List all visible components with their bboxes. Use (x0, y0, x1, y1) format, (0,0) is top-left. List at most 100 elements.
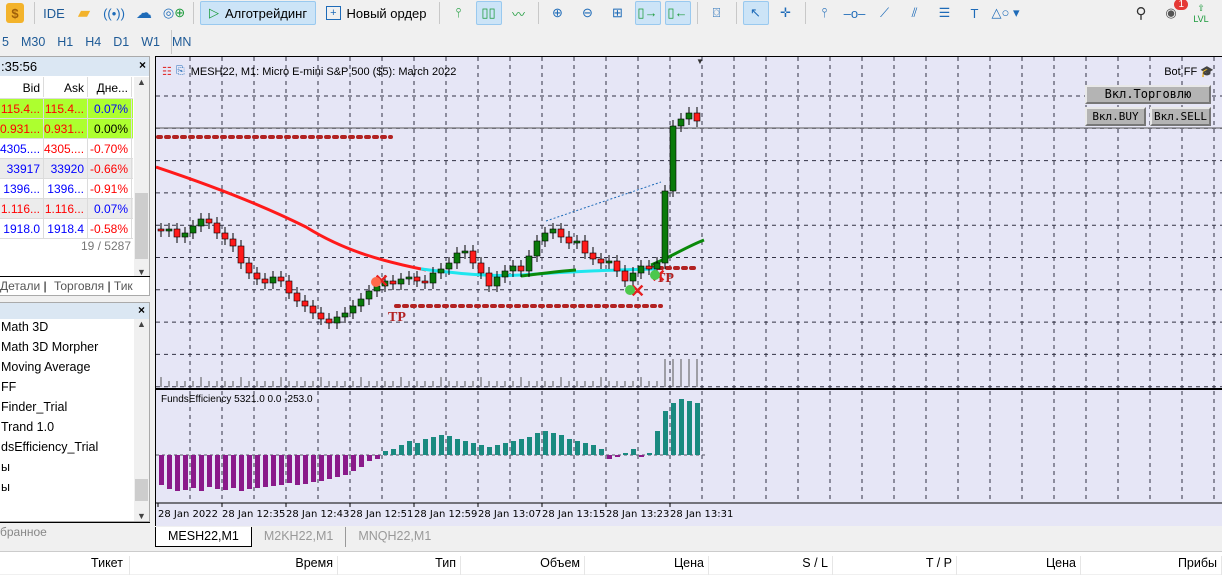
histogram-bar-positive (591, 445, 596, 455)
column-header[interactable]: Объем (461, 556, 585, 575)
chart-shift-icon[interactable]: ▯→ (634, 1, 661, 25)
navigator-item[interactable]: Math 3D (1, 320, 48, 334)
enable-buy-button[interactable]: Вкл.BUY (1085, 107, 1146, 126)
navigator-scrollbar[interactable]: ▲ ▼ (134, 319, 149, 521)
zoom-out-icon[interactable]: ⊖ (575, 1, 601, 25)
vps-add-icon[interactable]: ◎ ⊕ (161, 1, 187, 25)
navigator-item[interactable]: FF (1, 380, 16, 394)
candlestick-icon[interactable]: ▯▯ (475, 1, 502, 25)
histogram-bar-negative (159, 455, 164, 485)
vertical-line-icon[interactable]: ⫯ (812, 1, 838, 25)
market-watch-scrollbar[interactable]: ▲ ▼ (134, 77, 149, 277)
histogram-bar-negative (223, 455, 228, 490)
column-header[interactable]: Тип (338, 556, 461, 575)
search-icon[interactable]: ⚲ (1128, 1, 1154, 25)
bot-label: Bot FF 🎓 (1164, 66, 1214, 78)
enable-trading-button[interactable]: Вкл.Торговлю (1085, 85, 1211, 104)
timeframe-5[interactable]: 5 (2, 35, 9, 49)
navigator-item[interactable]: ы (1, 460, 10, 474)
market-watch-row[interactable]: 0.931... 0.931... 0.00% (0, 119, 133, 139)
zoom-in-icon[interactable]: ⊕ (545, 1, 571, 25)
tab-favorites[interactable]: бранное (0, 522, 150, 542)
fibonacci-icon[interactable]: ☰ (932, 1, 958, 25)
timeframe-h1[interactable]: H1 (57, 35, 73, 49)
chart-window[interactable]: TP TP ✕ ✕ ✕ 28 Jan 202228 Jan 12:3528 Ja… (155, 56, 1222, 526)
channel-icon[interactable]: ⫽ (902, 1, 928, 25)
bull-candle (189, 225, 197, 234)
cursor-icon[interactable]: ↖ (742, 1, 769, 25)
column-header[interactable]: Цена (957, 556, 1081, 575)
chart-shift-marker-icon[interactable]: ▼ (696, 57, 704, 66)
enable-sell-button[interactable]: Вкл.SELL (1150, 107, 1211, 126)
market-bag-icon[interactable]: ▰ (71, 1, 97, 25)
tab-trading[interactable]: Торговля (54, 279, 104, 293)
scroll-up-icon[interactable]: ▲ (134, 77, 149, 87)
close-icon[interactable]: × (138, 303, 145, 317)
timeframe-m30[interactable]: M30 (21, 35, 45, 49)
navigator-item[interactable]: Math 3D Morpher (1, 340, 98, 354)
column-header[interactable]: Тикет (85, 556, 130, 575)
template-icon[interactable]: ⎘ (176, 65, 185, 78)
timeframe-w1[interactable]: W1 (141, 35, 160, 49)
histogram-bar-positive (479, 445, 484, 455)
navigator-item[interactable]: dsEfficiency_Trial (1, 440, 98, 454)
tab-mnqh22[interactable]: MNQH22,M1 (346, 527, 443, 547)
scroll-up-icon[interactable]: ▲ (134, 319, 149, 329)
column-header[interactable]: T / P (833, 556, 957, 575)
text-icon[interactable]: T (962, 1, 988, 25)
list-icon[interactable]: ☷ (162, 65, 172, 78)
tab-mesh22[interactable]: MESH22,M1 (155, 527, 252, 547)
dollar-icon[interactable]: $ (2, 1, 28, 25)
market-watch-row[interactable]: 115.4... 115.4... 0.07% (0, 99, 133, 119)
column-header[interactable]: Цена (585, 556, 709, 575)
close-icon[interactable]: × (139, 58, 146, 72)
trade-table-header: Тикет Время Тип Объем Цена S / LT / P Цена Приб… (0, 551, 1222, 575)
column-ask[interactable]: Ask (44, 77, 88, 97)
navigator-item[interactable]: Moving Average (1, 360, 90, 374)
navigator-item[interactable]: ы (1, 480, 10, 494)
price-chart[interactable]: TP TP ✕ ✕ ✕ 28 Jan 202228 Jan 12:3528 Ja… (156, 57, 1222, 527)
scroll-thumb[interactable] (135, 479, 148, 501)
trendline-icon[interactable]: ⟋ (872, 1, 898, 25)
line-chart-icon[interactable]: 〰 (506, 1, 532, 25)
ide-button[interactable]: IDE (41, 1, 67, 25)
bull-candle (197, 218, 205, 227)
algotrading-button[interactable]: ▷ Алготрейдинг (200, 1, 317, 25)
tab-m2kh22[interactable]: M2KH22,M1 (252, 527, 347, 547)
scroll-down-icon[interactable]: ▼ (134, 511, 149, 521)
grid-icon[interactable]: ⊞ (605, 1, 631, 25)
market-watch-row[interactable]: 4305.... 4305.... -0.70% (0, 139, 133, 159)
bull-candle (525, 255, 533, 272)
bull-candle (509, 265, 517, 272)
time-label: 28 Jan 12:59 (414, 509, 477, 520)
column-header[interactable]: S / L (709, 556, 833, 575)
timeframe-mn[interactable]: MN (172, 35, 191, 49)
horizontal-line-icon[interactable]: –o– (842, 1, 868, 25)
column-bid[interactable]: Bid (0, 77, 44, 97)
market-watch-row[interactable]: 1396... 1396... -0.91% (0, 179, 133, 199)
shapes-icon[interactable]: △○ ▾ (992, 1, 1020, 25)
lvl-icon[interactable]: ⇧ LVL (1188, 1, 1214, 25)
screenshot-icon[interactable]: ⌼ (704, 1, 730, 25)
notifications-icon[interactable]: ◉ 1 (1158, 0, 1188, 25)
navigator-item[interactable]: Trand 1.0 (1, 420, 54, 434)
signals-icon[interactable]: ((•)) (101, 1, 127, 25)
scroll-thumb[interactable] (135, 193, 148, 259)
column-daily-change[interactable]: Дне... (88, 77, 132, 97)
market-watch-row[interactable]: 33917 33920 -0.66% (0, 159, 133, 179)
crosshair-icon[interactable]: ✛ (773, 1, 799, 25)
histogram-bar-positive (655, 431, 660, 455)
column-header[interactable]: Прибы (1081, 556, 1222, 575)
market-watch-row[interactable]: 1.116... 1.116... 0.07% (0, 199, 133, 219)
navigator-item[interactable]: Finder_Trial (1, 400, 67, 414)
market-watch-row[interactable]: 1918.0 1918.4 -0.58% (0, 219, 133, 239)
timeframe-h4[interactable]: H4 (85, 35, 101, 49)
column-header[interactable]: Время (130, 556, 338, 575)
tab-details[interactable]: Детали (0, 279, 40, 293)
bar-chart-icon[interactable]: ⫯ (446, 1, 472, 25)
cloud-icon[interactable]: ☁ (131, 1, 157, 25)
new-order-button[interactable]: + Новый ордер (320, 1, 432, 25)
tab-ticks[interactable]: Тик (114, 279, 133, 293)
timeframe-d1[interactable]: D1 (113, 35, 129, 49)
autoscroll-icon[interactable]: ▯← (664, 1, 691, 25)
